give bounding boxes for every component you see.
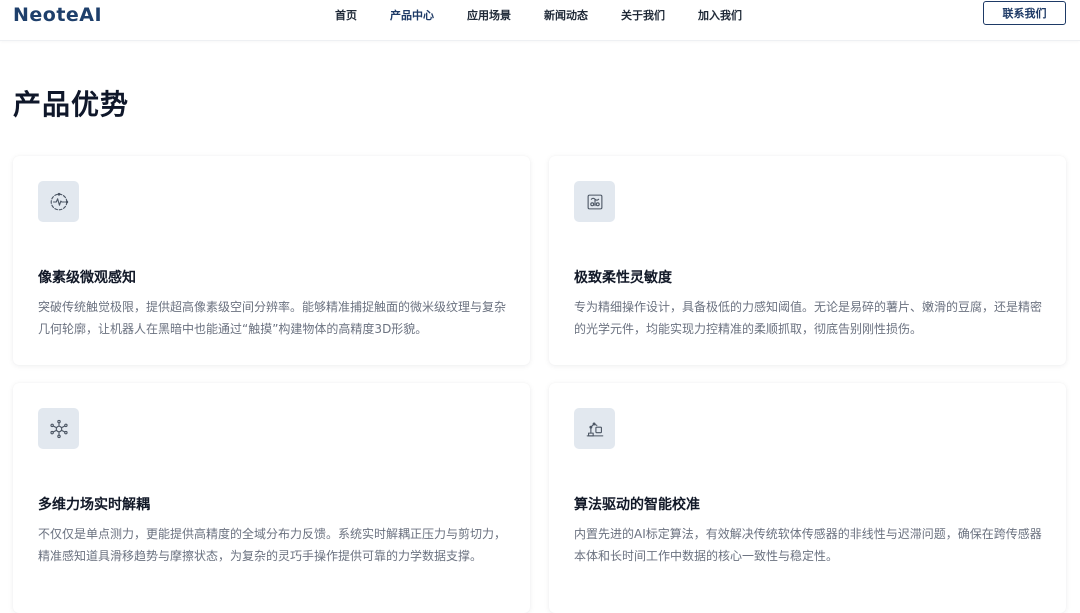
network-nodes-icon	[49, 419, 68, 438]
top-navbar: NeoteAI 首页 产品中心 应用场景 新闻动态 关于我们 加入我们 联系我们	[0, 0, 1080, 41]
feature-card-ai-calibration: 算法驱动的智能校准 内置先进的AI标定算法，有效解决传统软体传感器的非线性与迟滞…	[549, 383, 1066, 613]
nav-item-join[interactable]: 加入我们	[698, 7, 742, 23]
nav-item-home[interactable]: 首页	[335, 7, 357, 23]
feature-title: 多维力场实时解耦	[38, 497, 150, 513]
robot-arm-icon	[586, 421, 603, 436]
pulse-sensor-icon	[50, 192, 68, 210]
nav-item-news[interactable]: 新闻动态	[544, 7, 588, 23]
feature-icon-box	[38, 181, 79, 222]
contact-us-button[interactable]: 联系我们	[983, 1, 1066, 25]
feature-description: 专为精细操作设计，具备极低的力感知阈值。无论是易碎的薯片、嫩滑的豆腐，还是精密的…	[574, 300, 1043, 336]
nav-item-products[interactable]: 产品中心	[390, 7, 434, 23]
flexible-grip-icon	[587, 194, 602, 209]
feature-title: 像素级微观感知	[38, 270, 136, 286]
feature-icon-box	[38, 408, 79, 449]
feature-description: 不仅仅是单点测力，更能提供高精度的全域分布力反馈。系统实时解耦正压力与剪切力，精…	[38, 527, 507, 563]
nav-item-about[interactable]: 关于我们	[621, 7, 665, 23]
feature-description: 内置先进的AI标定算法，有效解决传统软体传感器的非线性与迟滞问题，确保在跨传感器…	[574, 527, 1042, 563]
feature-card-flexible-sensitivity: 极致柔性灵敏度 专为精细操作设计，具备极低的力感知阈值。无论是易碎的薯片、嫩滑的…	[549, 156, 1066, 365]
feature-card-force-decoupling: 多维力场实时解耦 不仅仅是单点测力，更能提供高精度的全域分布力反馈。系统实时解耦…	[13, 383, 530, 613]
nav-item-applications[interactable]: 应用场景	[467, 7, 511, 23]
main-nav: 首页 产品中心 应用场景 新闻动态 关于我们 加入我们	[335, 0, 775, 30]
feature-icon-box	[574, 181, 615, 222]
feature-title: 极致柔性灵敏度	[574, 270, 672, 286]
page-title: 产品优势	[13, 88, 130, 121]
feature-icon-box	[574, 408, 615, 449]
feature-title: 算法驱动的智能校准	[574, 497, 700, 513]
feature-card-pixel-perception: 像素级微观感知 突破传统触觉极限，提供超高像素级空间分辨率。能够精准捕捉触面的微…	[13, 156, 530, 365]
brand-logo[interactable]: NeoteAI	[13, 4, 102, 26]
feature-description: 突破传统触觉极限，提供超高像素级空间分辨率。能够精准捕捉触面的微米级纹理与复杂几…	[38, 300, 507, 336]
